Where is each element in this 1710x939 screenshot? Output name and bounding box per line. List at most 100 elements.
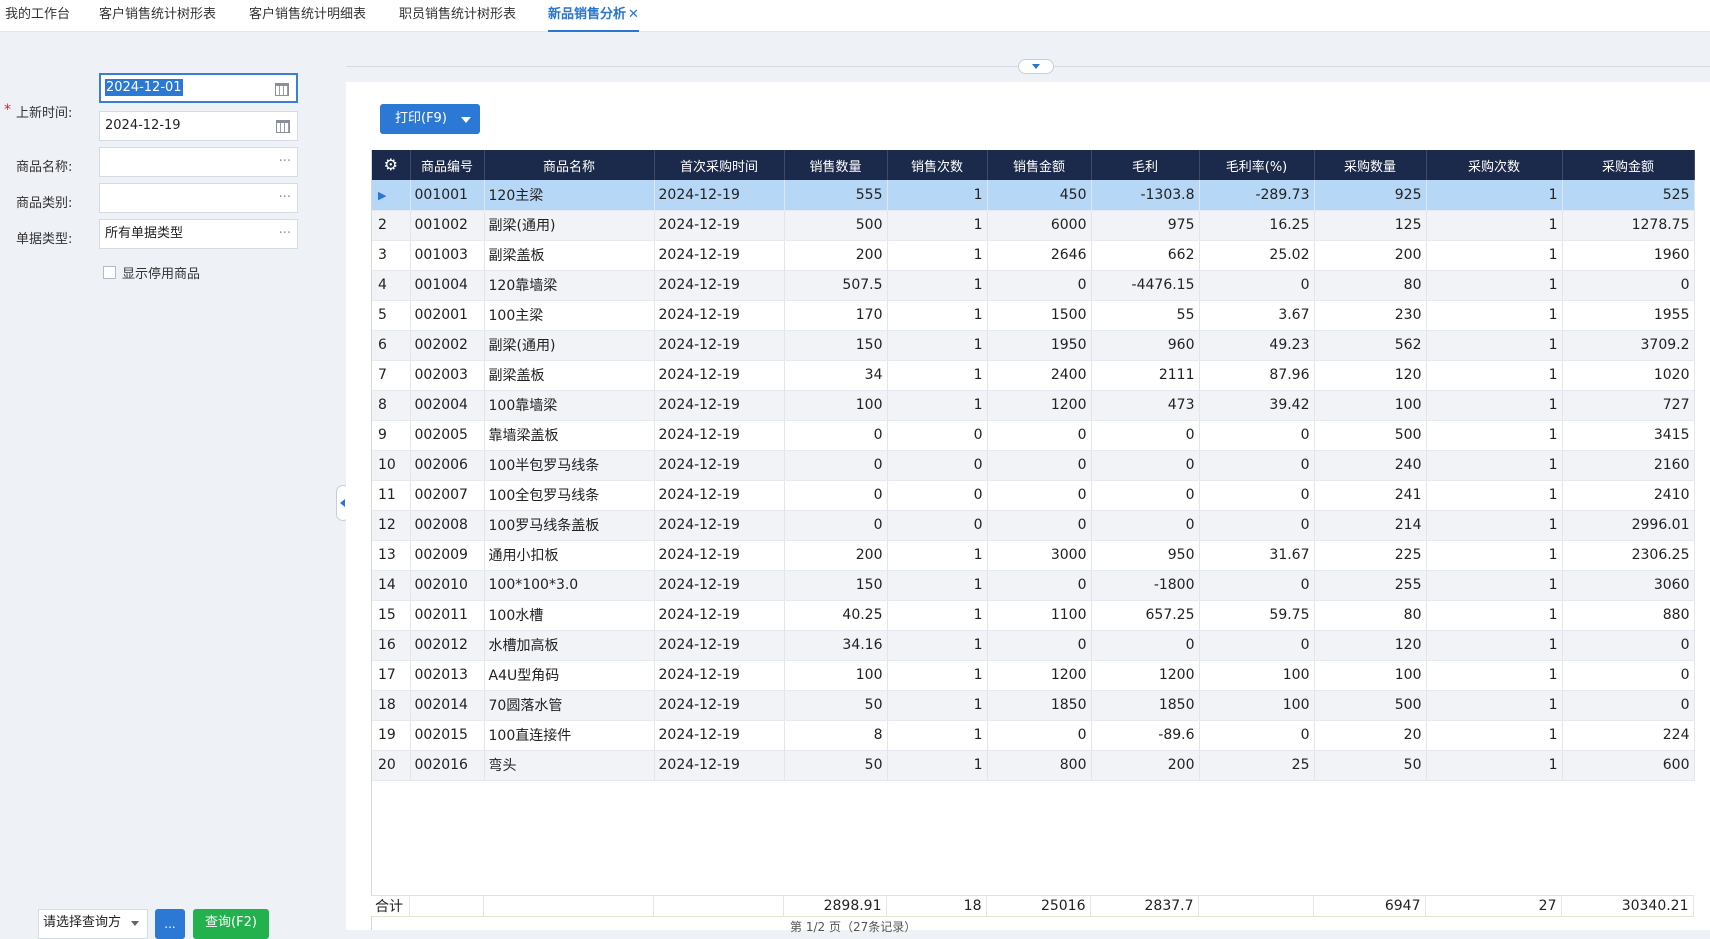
table-cell[interactable]: 0 bbox=[1091, 450, 1200, 481]
table-cell[interactable]: 1 bbox=[1426, 240, 1563, 271]
table-cell[interactable]: 2024-12-19 bbox=[654, 450, 785, 481]
table-cell[interactable]: 2024-12-19 bbox=[654, 270, 785, 301]
table-cell[interactable]: 1 bbox=[887, 300, 988, 331]
table-cell[interactable]: 150 bbox=[784, 570, 888, 601]
table-cell[interactable]: 200 bbox=[784, 540, 888, 571]
column-header[interactable]: 销售次数 bbox=[887, 150, 988, 180]
table-row[interactable]: 11 002007 100全包罗马线条 2024-12-19 0 0 0 0 0 241 1 2410 bbox=[372, 480, 1695, 511]
table-cell[interactable]: 1 bbox=[1426, 660, 1563, 691]
table-cell[interactable]: 50 bbox=[1314, 750, 1427, 781]
table-cell[interactable]: 0 bbox=[1199, 480, 1315, 511]
table-cell[interactable]: 55 bbox=[1091, 300, 1200, 331]
table-cell[interactable]: 240 bbox=[1314, 450, 1427, 481]
table-cell[interactable]: 1 bbox=[887, 180, 988, 211]
table-cell[interactable]: 100罗马线条盖板 bbox=[484, 510, 655, 541]
tab-new-product-sales[interactable]: 新品销售分析 ✕ bbox=[548, 0, 639, 32]
table-cell[interactable]: 80 bbox=[1314, 600, 1427, 631]
table-cell[interactable]: 001002 bbox=[410, 210, 485, 241]
table-cell[interactable]: 1 bbox=[887, 660, 988, 691]
table-cell[interactable]: 2996.01 bbox=[1562, 510, 1695, 541]
table-row[interactable]: 19 002015 100直连接件 2024-12-19 8 1 0 -89.6 0 20 1 224 bbox=[372, 720, 1695, 751]
tab-customer-sales-tree[interactable]: 客户销售统计树形表 bbox=[99, 0, 216, 32]
table-row[interactable]: 2 001002 副梁(通用) 2024-12-19 500 1 6000 975 16.25 1… bbox=[372, 210, 1695, 241]
table-cell[interactable]: 0 bbox=[1199, 720, 1315, 751]
table-cell[interactable]: 662 bbox=[1091, 240, 1200, 271]
table-cell[interactable]: 975 bbox=[1091, 210, 1200, 241]
table-cell[interactable]: 49.23 bbox=[1199, 330, 1315, 361]
table-cell[interactable]: 1 bbox=[1426, 450, 1563, 481]
column-header[interactable]: 采购金额 bbox=[1562, 150, 1695, 180]
table-row[interactable]: 14 002010 100*100*3.0 2024-12-19 150 1 0 -1800 0… bbox=[372, 570, 1695, 601]
table-cell[interactable]: 2024-12-19 bbox=[654, 510, 785, 541]
table-cell[interactable]: 255 bbox=[1314, 570, 1427, 601]
calendar-icon[interactable] bbox=[275, 83, 289, 96]
table-cell[interactable]: 0 bbox=[1199, 630, 1315, 661]
table-cell[interactable]: 6000 bbox=[987, 210, 1092, 241]
table-cell[interactable]: 225 bbox=[1314, 540, 1427, 571]
date-to-field[interactable]: 2024-12-19 bbox=[99, 111, 298, 141]
table-cell[interactable]: 2024-12-19 bbox=[654, 690, 785, 721]
table-cell[interactable]: 1 bbox=[887, 720, 988, 751]
table-cell[interactable]: 950 bbox=[1091, 540, 1200, 571]
table-cell[interactable]: 2024-12-19 bbox=[654, 540, 785, 571]
table-cell[interactable]: 70圆落水管 bbox=[484, 690, 655, 721]
table-cell[interactable]: 40.25 bbox=[784, 600, 888, 631]
table-cell[interactable]: 34.16 bbox=[784, 630, 888, 661]
table-cell[interactable]: 002001 bbox=[410, 300, 485, 331]
table-cell[interactable]: 120 bbox=[1314, 360, 1427, 391]
table-cell[interactable]: 1 bbox=[1426, 510, 1563, 541]
table-cell[interactable]: 0 bbox=[887, 510, 988, 541]
table-cell[interactable]: 230 bbox=[1314, 300, 1427, 331]
table-cell[interactable]: 87.96 bbox=[1199, 360, 1315, 391]
product-category-field[interactable]: ··· bbox=[99, 183, 298, 213]
table-row[interactable]: 18 002014 70圆落水管 2024-12-19 50 1 1850 1850 100 50… bbox=[372, 690, 1695, 721]
table-cell[interactable]: 1850 bbox=[1091, 690, 1200, 721]
table-row[interactable]: 20 002016 弯头 2024-12-19 50 1 800 200 25 50 1 600 bbox=[372, 750, 1695, 781]
table-cell[interactable]: 0 bbox=[987, 270, 1092, 301]
table-cell[interactable]: 靠墙梁盖板 bbox=[484, 420, 655, 451]
table-cell[interactable]: 002012 bbox=[410, 630, 485, 661]
table-cell[interactable]: 507.5 bbox=[784, 270, 888, 301]
table-cell[interactable]: 1 bbox=[1426, 540, 1563, 571]
column-header[interactable]: 采购次数 bbox=[1426, 150, 1563, 180]
table-cell[interactable]: 0 bbox=[1199, 510, 1315, 541]
table-cell[interactable]: 0 bbox=[987, 720, 1092, 751]
table-cell[interactable]: 2024-12-19 bbox=[654, 330, 785, 361]
table-row[interactable]: 9 002005 靠墙梁盖板 2024-12-19 0 0 0 0 0 500 1 3415 bbox=[372, 420, 1695, 451]
print-button[interactable]: 打印(F9) bbox=[380, 104, 480, 134]
table-cell[interactable]: 1 bbox=[1426, 330, 1563, 361]
table-cell[interactable]: 100主梁 bbox=[484, 300, 655, 331]
column-header[interactable]: 采购数量 bbox=[1314, 150, 1427, 180]
table-cell[interactable]: 002004 bbox=[410, 390, 485, 421]
table-cell[interactable]: 120主梁 bbox=[484, 180, 655, 211]
table-cell[interactable]: 100 bbox=[1199, 690, 1315, 721]
table-cell[interactable]: 002006 bbox=[410, 450, 485, 481]
table-cell[interactable]: 002002 bbox=[410, 330, 485, 361]
more-icon[interactable]: ··· bbox=[279, 184, 291, 212]
table-cell[interactable]: -289.73 bbox=[1199, 180, 1315, 211]
doc-type-field[interactable]: 所有单据类型 ··· bbox=[99, 219, 298, 249]
table-cell[interactable]: 100全包罗马线条 bbox=[484, 480, 655, 511]
table-cell[interactable]: 100 bbox=[1314, 390, 1427, 421]
table-cell[interactable]: 0 bbox=[784, 480, 888, 511]
table-cell[interactable]: 50 bbox=[784, 690, 888, 721]
table-cell[interactable]: 800 bbox=[987, 750, 1092, 781]
table-cell[interactable]: 0 bbox=[1091, 420, 1200, 451]
table-cell[interactable]: 120 bbox=[1314, 630, 1427, 661]
table-cell[interactable]: 1 bbox=[1426, 210, 1563, 241]
table-row[interactable]: 8 002004 100靠墙梁 2024-12-19 100 1 1200 473 39.42 1… bbox=[372, 390, 1695, 421]
table-cell[interactable]: 2111 bbox=[1091, 360, 1200, 391]
table-cell[interactable]: 500 bbox=[1314, 420, 1427, 451]
table-cell[interactable]: 2024-12-19 bbox=[654, 600, 785, 631]
table-cell[interactable]: 170 bbox=[784, 300, 888, 331]
table-cell[interactable]: 0 bbox=[1199, 450, 1315, 481]
table-cell[interactable]: 2024-12-19 bbox=[654, 300, 785, 331]
table-cell[interactable]: 555 bbox=[784, 180, 888, 211]
table-cell[interactable]: 副梁(通用) bbox=[484, 330, 655, 361]
table-cell[interactable]: 20 bbox=[1314, 720, 1427, 751]
close-icon[interactable]: ✕ bbox=[628, 7, 639, 22]
table-cell[interactable]: 1 bbox=[1426, 750, 1563, 781]
table-cell[interactable]: 0 bbox=[1091, 480, 1200, 511]
table-cell[interactable]: 1 bbox=[887, 240, 988, 271]
column-settings[interactable]: ⚙ bbox=[372, 150, 411, 180]
